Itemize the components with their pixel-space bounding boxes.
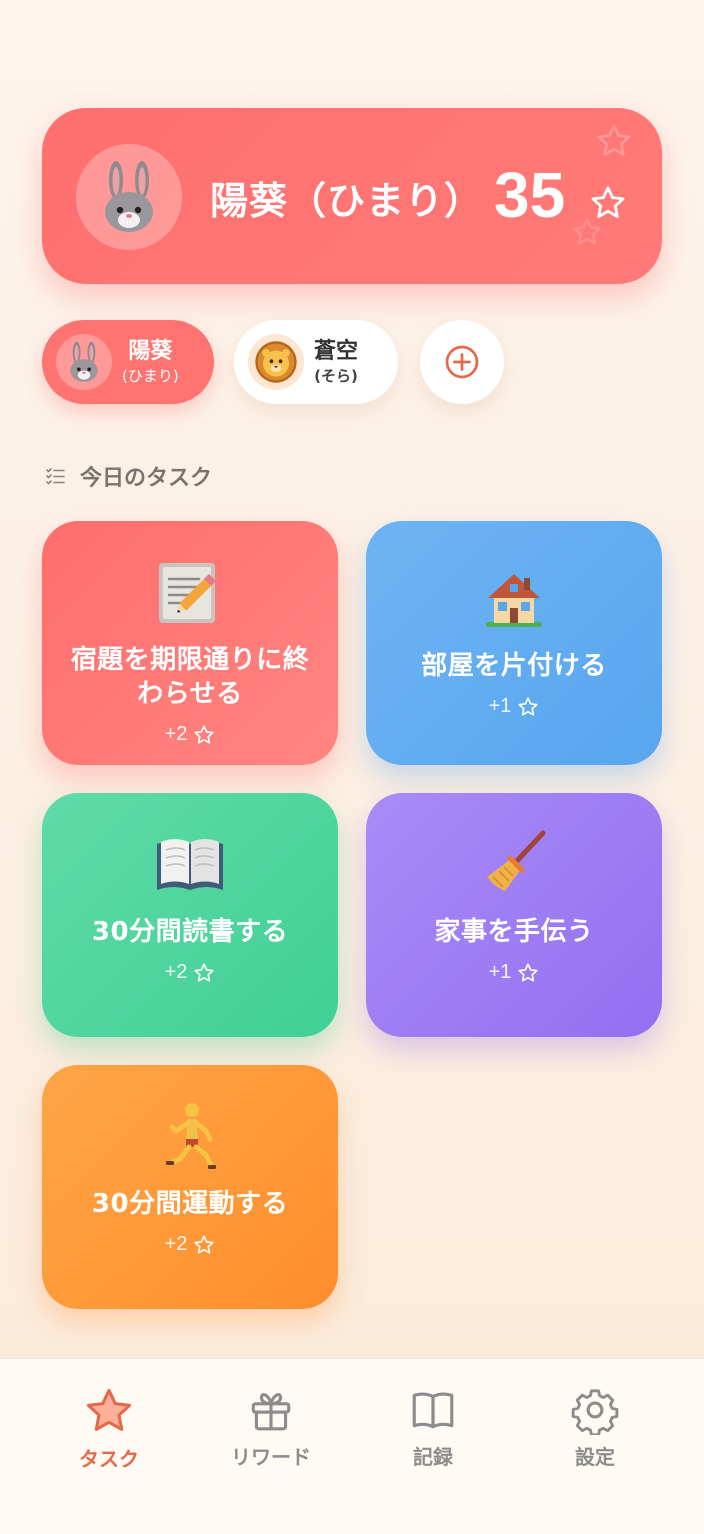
runner-icon (160, 1099, 220, 1173)
memo-pencil-icon (155, 555, 225, 629)
task-points-value: +2 (164, 723, 188, 745)
child-chip-sora[interactable]: 蒼空 (そら) (234, 320, 398, 404)
nav-tab-rewards[interactable]: リワード (211, 1385, 331, 1470)
task-points-value: +1 (488, 695, 512, 717)
rabbit-icon (105, 161, 153, 232)
bottom-nav: タスク リワード 記録 設定 (0, 1358, 704, 1534)
nav-label: リワード (231, 1445, 311, 1469)
nav-tab-settings[interactable]: 設定 (535, 1385, 655, 1470)
checklist-icon (46, 468, 65, 485)
task-title: 家事を手伝う (434, 917, 594, 947)
task-card-chores[interactable]: 家事を手伝う +1 (366, 793, 662, 1037)
plus-circle-icon (445, 345, 479, 379)
section-title: 今日のタスク (80, 466, 213, 491)
nav-tab-records[interactable]: 記録 (373, 1385, 493, 1470)
nav-label: 設定 (575, 1445, 615, 1469)
task-points-value: +1 (488, 961, 512, 983)
star-outline-icon (518, 962, 538, 982)
task-title: 30分間読書する (91, 917, 289, 947)
child-name: 蒼空 (314, 339, 359, 364)
task-card-clean-room[interactable]: 部屋を片付ける +1 (366, 521, 662, 765)
task-title: 30分間運動する (91, 1189, 289, 1219)
star-outline-icon (194, 962, 214, 982)
child-avatar (56, 334, 112, 390)
star-outline-icon (194, 1234, 214, 1254)
task-points: +1 (489, 695, 540, 718)
task-points: +2 (165, 1233, 216, 1256)
task-card-reading[interactable]: 30分間読書する +2 (42, 793, 338, 1037)
star-outline-icon (194, 724, 214, 744)
task-points-value: +2 (164, 1233, 188, 1255)
decorative-star-icon (597, 124, 631, 156)
points-total: 35 (494, 159, 566, 231)
star-outline-icon (591, 186, 625, 218)
profile-name: 陽葵（ひまり） (210, 179, 484, 223)
child-avatar (248, 334, 304, 390)
task-title: 部屋を片付ける (421, 651, 607, 681)
task-card-exercise[interactable]: 30分間運動する +2 (42, 1065, 338, 1309)
star-outline-icon (518, 696, 538, 716)
profile-banner: 陽葵（ひまり） 35 (42, 108, 662, 284)
task-points: +2 (165, 961, 216, 984)
task-title: 宿題を期限通りに終わらせる (70, 645, 310, 709)
child-name-reading: (そら) (314, 367, 358, 385)
star-icon (86, 1388, 132, 1431)
gear-icon (571, 1389, 619, 1435)
lion-icon (255, 341, 297, 383)
open-book-icon (153, 827, 227, 901)
broom-icon (477, 827, 551, 901)
task-points-value: +2 (164, 961, 188, 983)
task-points: +2 (165, 723, 216, 746)
task-points: +1 (489, 961, 540, 984)
task-screen: 陽葵（ひまり） 35 陽葵 (ひまり) 蒼空 (そら) 今日のタスク 宿題を期限… (0, 0, 704, 1534)
child-chip-himari[interactable]: 陽葵 (ひまり) (42, 320, 214, 404)
profile-avatar (76, 144, 182, 250)
tasks-section-header: 今日のタスク (44, 460, 212, 492)
child-name-reading: (ひまり) (122, 367, 179, 385)
gift-icon (251, 1393, 291, 1431)
nav-label: タスク (79, 1447, 139, 1471)
add-child-button[interactable] (420, 320, 504, 404)
task-card-homework[interactable]: 宿題を期限通りに終わらせる +2 (42, 521, 338, 765)
rabbit-icon (70, 341, 98, 382)
nav-label: 記録 (413, 1445, 453, 1469)
child-name: 陽葵 (128, 339, 173, 364)
house-icon (482, 561, 546, 635)
book-icon (412, 1392, 454, 1429)
nav-tab-tasks[interactable]: タスク (49, 1385, 169, 1472)
